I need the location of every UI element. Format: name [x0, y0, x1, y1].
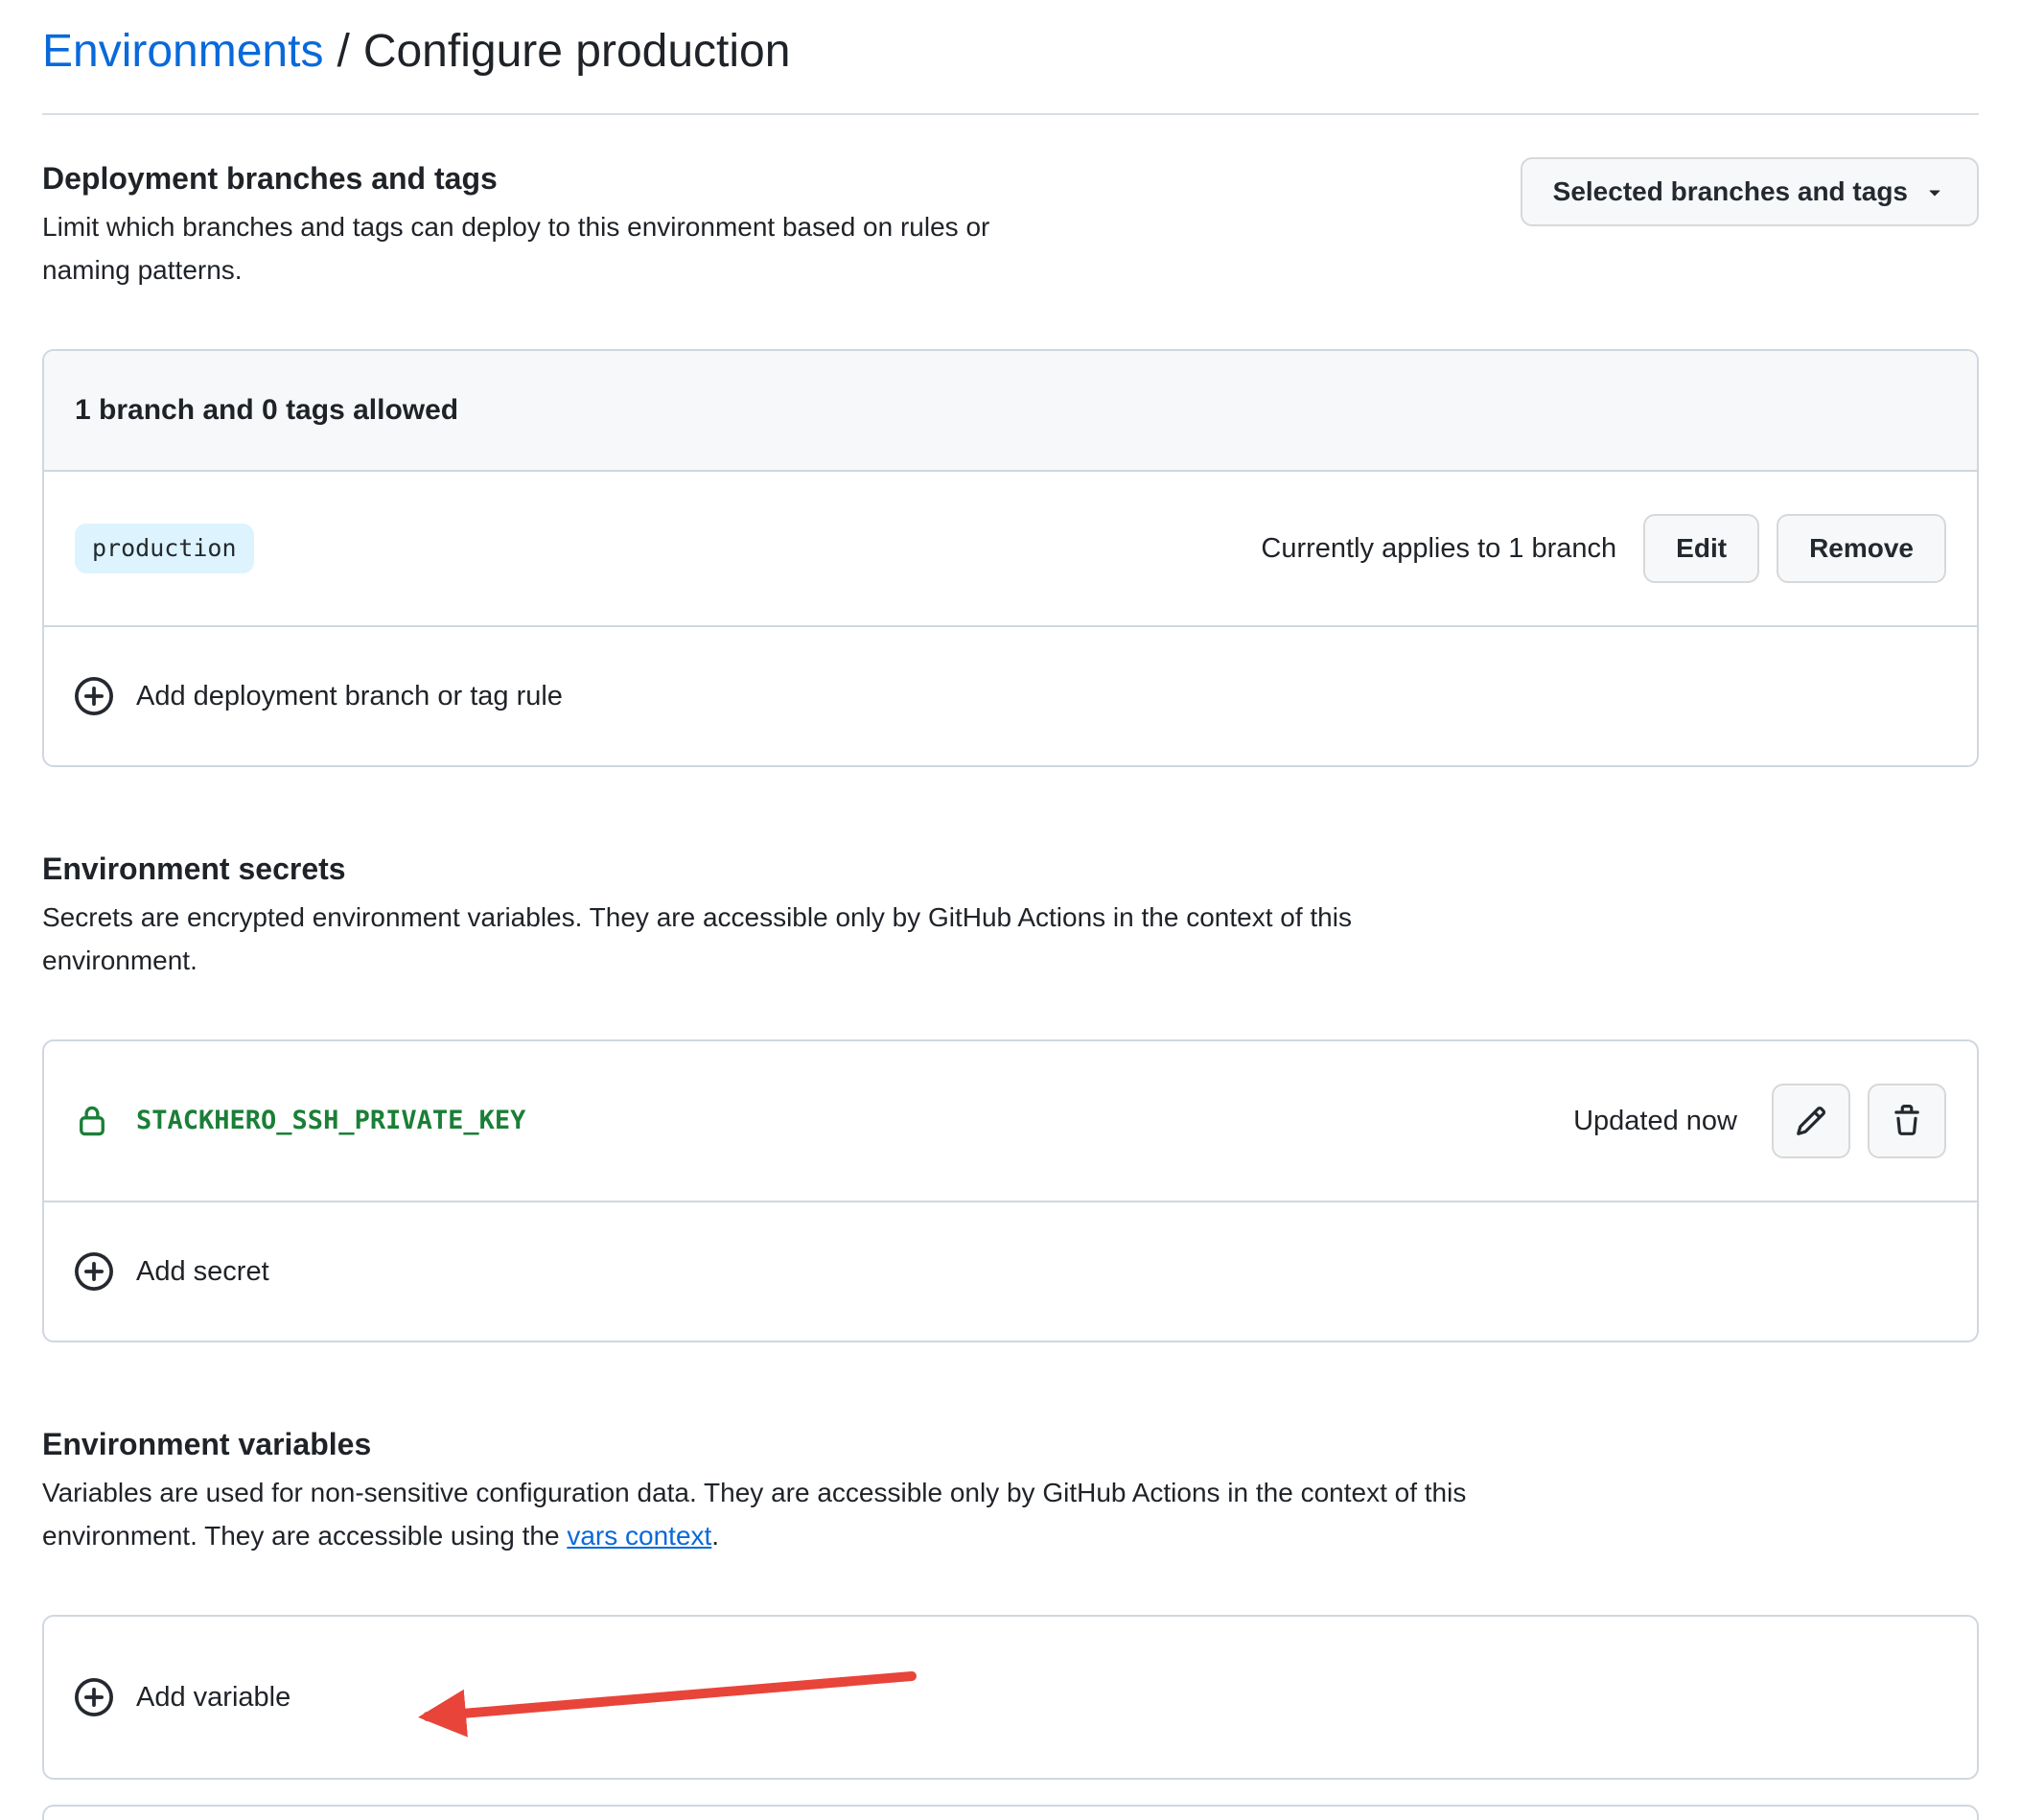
- secret-name: STACKHERO_SSH_PRIVATE_KEY: [136, 1104, 525, 1138]
- breadcrumb-current: Configure production: [363, 23, 791, 81]
- title-divider: [42, 113, 1979, 115]
- plus-circle-icon: [75, 1252, 113, 1291]
- secrets-box: STACKHERO_SSH_PRIVATE_KEY Updated now: [42, 1039, 1979, 1342]
- variables-description-end: .: [711, 1521, 719, 1551]
- branch-policy-dropdown-label: Selected branches and tags: [1553, 176, 1908, 207]
- add-branch-rule-label: Add deployment branch or tag rule: [136, 675, 563, 717]
- chevron-down-icon: [1923, 180, 1946, 203]
- trash-icon: [1891, 1105, 1923, 1137]
- lock-icon: [75, 1104, 109, 1138]
- plus-circle-icon: [75, 1678, 113, 1716]
- add-branch-rule-button[interactable]: Add deployment branch or tag rule: [44, 627, 1977, 765]
- add-secret-button[interactable]: Add secret: [44, 1202, 1977, 1341]
- delete-secret-button[interactable]: [1868, 1084, 1946, 1158]
- pencil-icon: [1795, 1105, 1827, 1137]
- page-title: Environments / Configure production: [42, 23, 1979, 81]
- variables-section-description: Variables are used for non-sensitive con…: [42, 1471, 1490, 1557]
- environment-variables-section: Environment variables Variables are used…: [42, 1423, 1979, 1780]
- branch-rule-actions: Currently applies to 1 branch Edit Remov…: [1261, 514, 1946, 583]
- edit-rule-button[interactable]: Edit: [1643, 514, 1759, 583]
- branch-name-badge: production: [75, 524, 254, 573]
- variables-box: Add variable: [42, 1615, 1979, 1780]
- deployment-rules-box: 1 branch and 0 tags allowed production C…: [42, 349, 1979, 767]
- deployment-section-head: Deployment branches and tags Limit which…: [42, 157, 1979, 292]
- deployment-section-description: Limit which branches and tags can deploy…: [42, 205, 1039, 292]
- breadcrumb-environments-link[interactable]: Environments: [42, 23, 323, 81]
- secrets-section-description: Secrets are encrypted environment variab…: [42, 896, 1490, 982]
- environment-secrets-section: Environment secrets Secrets are encrypte…: [42, 848, 1979, 1342]
- deployment-section-text: Deployment branches and tags Limit which…: [42, 157, 1039, 292]
- remove-rule-button[interactable]: Remove: [1777, 514, 1946, 583]
- add-secret-label: Add secret: [136, 1250, 269, 1293]
- deployment-branches-section: Deployment branches and tags Limit which…: [42, 157, 1979, 767]
- plus-circle-icon: [75, 677, 113, 715]
- add-variable-label: Add variable: [136, 1676, 290, 1718]
- variables-description-start: Variables are used for non-sensitive con…: [42, 1478, 1466, 1551]
- edit-secret-button[interactable]: [1772, 1084, 1850, 1158]
- deployment-section-heading: Deployment branches and tags: [42, 157, 1039, 199]
- breadcrumb-separator: /: [337, 23, 349, 81]
- add-variable-button[interactable]: Add variable: [44, 1617, 1977, 1778]
- branch-policy-dropdown-button[interactable]: Selected branches and tags: [1521, 157, 1979, 226]
- secret-identity: STACKHERO_SSH_PRIVATE_KEY: [75, 1104, 525, 1138]
- secret-updated-text: Updated now: [1573, 1106, 1737, 1137]
- secret-row: STACKHERO_SSH_PRIVATE_KEY Updated now: [44, 1041, 1977, 1202]
- configure-environment-page: Environments / Configure production Depl…: [0, 0, 2021, 1820]
- variables-section-heading: Environment variables: [42, 1423, 1979, 1465]
- rules-summary-header: 1 branch and 0 tags allowed: [44, 351, 1977, 472]
- secret-actions: Updated now: [1573, 1084, 1946, 1158]
- branch-applies-text: Currently applies to 1 branch: [1261, 533, 1616, 565]
- vars-context-link[interactable]: vars context: [567, 1521, 711, 1551]
- secrets-section-heading: Environment secrets: [42, 848, 1979, 890]
- branch-rule-row: production Currently applies to 1 branch…: [44, 472, 1977, 627]
- next-section-box-top: [42, 1805, 1979, 1820]
